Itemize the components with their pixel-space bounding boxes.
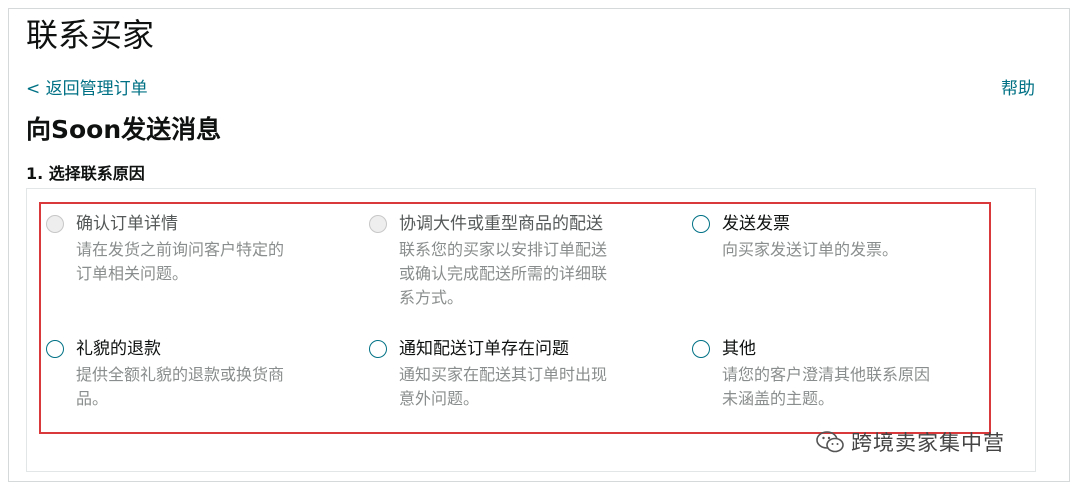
option-description: 请在发货之前询问客户特定的 订单相关问题。 xyxy=(76,240,285,283)
step-label: 1. 选择联系原因 xyxy=(26,164,145,183)
wechat-icon xyxy=(816,431,844,453)
option-description: 联系您的买家以安排订单配送 或确认完成配送所需的详细联 系方式。 xyxy=(399,240,608,307)
option-title: 其他 xyxy=(722,339,756,359)
option-description: 向买家发送订单的发票。 xyxy=(722,240,899,259)
watermark-text: 跨境卖家集中营 xyxy=(851,431,1005,455)
option-title: 礼貌的退款 xyxy=(76,339,161,359)
option-title: 确认订单详情 xyxy=(76,214,178,234)
radio-button[interactable] xyxy=(369,340,387,358)
watermark: 跨境卖家集中营 xyxy=(815,428,1005,456)
radio-button[interactable] xyxy=(692,215,710,233)
radio-button[interactable] xyxy=(692,340,710,358)
option-description: 请您的客户澄清其他联系原因 未涵盖的主题。 xyxy=(722,365,931,408)
option-title: 发送发票 xyxy=(722,214,790,234)
page-title: 联系买家 xyxy=(26,16,155,54)
back-to-manage-orders-link[interactable]: < 返回管理订单 xyxy=(26,74,148,99)
option-description: 通知买家在配送其订单时出现 意外问题。 xyxy=(399,365,608,408)
option-title: 协调大件或重型商品的配送 xyxy=(399,214,603,234)
help-link[interactable]: 帮助 xyxy=(1001,74,1035,99)
radio-button[interactable] xyxy=(46,340,64,358)
option-title: 通知配送订单存在问题 xyxy=(399,339,569,359)
message-subtitle: 向Soon发送消息 xyxy=(26,115,222,144)
option-description: 提供全额礼貌的退款或换货商 品。 xyxy=(76,365,285,408)
radio-button xyxy=(369,215,387,233)
radio-button xyxy=(46,215,64,233)
